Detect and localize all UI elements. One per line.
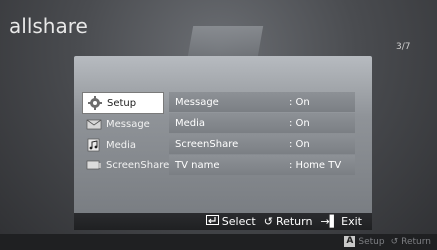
setting-value: : On — [289, 96, 310, 108]
setting-key: TV name — [175, 159, 220, 171]
setting-value: : On — [289, 117, 310, 129]
sidebar-item-screenshare[interactable]: ScreenShare — [82, 155, 169, 175]
footer-bar: Select ↺ Return →▌ Exit — [74, 213, 372, 230]
sidebar-item-media[interactable]: Media — [82, 135, 162, 155]
tv-screen: allshare 3/7 Setup Message Media ScreenS… — [0, 0, 437, 250]
return-label: Return — [275, 215, 313, 228]
exit-icon: →▌ — [320, 215, 339, 228]
sidebar-item-label: Media — [106, 139, 137, 151]
setup-hint[interactable]: Setup — [358, 237, 384, 247]
a-button-icon: A — [344, 236, 356, 247]
settings-row-message[interactable]: Message : On — [169, 92, 355, 112]
setting-key: ScreenShare — [175, 138, 239, 150]
allshare-logo: allshare — [9, 14, 88, 38]
gear-icon — [87, 96, 103, 110]
bottom-hints: A Setup ↺ Return — [344, 236, 431, 247]
select-action[interactable]: Select — [205, 215, 256, 228]
screen-icon — [86, 158, 102, 172]
return-action[interactable]: ↺ Return — [264, 215, 313, 228]
setting-key: Message — [175, 96, 219, 108]
media-icon — [86, 138, 102, 152]
sidebar-item-label: ScreenShare — [106, 159, 170, 171]
setting-key: Media — [175, 117, 206, 129]
sidebar-item-label: Setup — [107, 97, 137, 109]
setting-value: : Home TV — [289, 159, 342, 171]
enter-icon — [205, 215, 219, 228]
exit-action[interactable]: →▌ Exit — [320, 215, 362, 228]
return-hint[interactable]: Return — [401, 237, 431, 247]
select-label: Select — [221, 215, 256, 228]
settings-row-screenshare[interactable]: ScreenShare : On — [169, 134, 355, 154]
settings-table: Message : On Media : On ScreenShare : On… — [169, 92, 355, 176]
return-icon: ↺ — [263, 215, 273, 228]
sidebar-item-setup[interactable]: Setup — [82, 92, 164, 114]
envelope-icon — [86, 117, 102, 131]
sidebar-item-message[interactable]: Message — [82, 114, 162, 134]
exit-label: Exit — [341, 215, 362, 228]
settings-row-media[interactable]: Media : On — [169, 113, 355, 133]
settings-row-tv-name[interactable]: TV name : Home TV — [169, 155, 355, 175]
setting-value: : On — [289, 138, 310, 150]
page-counter: 3/7 — [396, 42, 411, 52]
return-hint-icon: ↺ — [390, 236, 399, 247]
sidebar-item-label: Message — [106, 118, 150, 130]
